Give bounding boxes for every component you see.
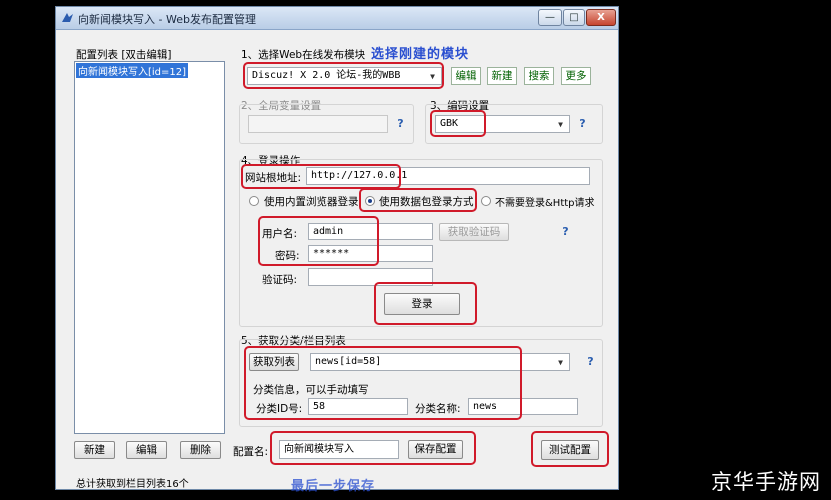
highlight-encoding bbox=[430, 110, 486, 137]
get-captcha-button[interactable]: 获取验证码 bbox=[439, 223, 509, 241]
config-list-item[interactable]: 向新闻模块写入[id=12] bbox=[76, 63, 189, 78]
help-icon[interactable]: ? bbox=[559, 225, 572, 238]
highlight-login-method bbox=[359, 188, 477, 212]
highlight-credentials bbox=[258, 216, 379, 266]
global-vars-field bbox=[248, 115, 388, 133]
radio-no-login[interactable] bbox=[481, 196, 491, 206]
highlight-save bbox=[270, 431, 476, 465]
highlight-category bbox=[244, 346, 522, 420]
radio-none-label: 不需要登录&Http请求 bbox=[495, 198, 595, 209]
watermark: 京华手游网 bbox=[711, 470, 821, 494]
window-title: 向新闻模块写入 - Web发布配置管理 bbox=[78, 13, 256, 26]
help-icon[interactable]: ? bbox=[584, 355, 597, 368]
edit-config-button[interactable]: 编辑 bbox=[126, 441, 167, 459]
annotation-select-module: 选择刚建的模块 bbox=[371, 47, 470, 62]
config-name-label: 配置名: bbox=[233, 446, 269, 458]
config-window: 向新闻模块写入 - Web发布配置管理 — □ X 配置列表 [双击编辑] 向新… bbox=[55, 6, 619, 494]
radio-builtin-label: 使用内置浏览器登录 bbox=[264, 196, 359, 208]
captcha-label: 验证码: bbox=[262, 274, 298, 286]
highlight-test bbox=[531, 431, 609, 467]
radio-builtin-browser[interactable] bbox=[249, 196, 259, 206]
app-icon bbox=[62, 13, 73, 22]
new-config-button[interactable]: 新建 bbox=[74, 441, 115, 459]
section1-label: 1、选择Web在线发布模块 bbox=[241, 49, 366, 61]
chevron-down-icon: ▼ bbox=[558, 358, 563, 367]
highlight-site-url bbox=[241, 164, 401, 189]
minimize-button[interactable]: — bbox=[538, 9, 562, 26]
help-icon[interactable]: ? bbox=[394, 117, 407, 130]
module-search-button[interactable]: 搜索 bbox=[524, 67, 554, 85]
delete-config-button[interactable]: 删除 bbox=[180, 441, 221, 459]
annotation-save-last: 最后一步保存 bbox=[291, 479, 376, 494]
module-edit-button[interactable]: 编辑 bbox=[451, 67, 481, 85]
config-list-label: 配置列表 [双击编辑] bbox=[76, 49, 172, 61]
chevron-down-icon: ▼ bbox=[558, 120, 563, 129]
config-list[interactable]: 向新闻模块写入[id=12] bbox=[74, 61, 225, 434]
module-new-button[interactable]: 新建 bbox=[487, 67, 517, 85]
status-text: 总计获取到栏目列表16个 bbox=[76, 479, 189, 490]
help-icon[interactable]: ? bbox=[576, 117, 589, 130]
module-more-button[interactable]: 更多 bbox=[561, 67, 591, 85]
highlight-login bbox=[374, 282, 477, 325]
maximize-button[interactable]: □ bbox=[563, 9, 585, 26]
title-bar: 向新闻模块写入 - Web发布配置管理 — □ X bbox=[56, 7, 618, 30]
highlight-module bbox=[243, 62, 444, 89]
close-button[interactable]: X bbox=[586, 9, 616, 26]
